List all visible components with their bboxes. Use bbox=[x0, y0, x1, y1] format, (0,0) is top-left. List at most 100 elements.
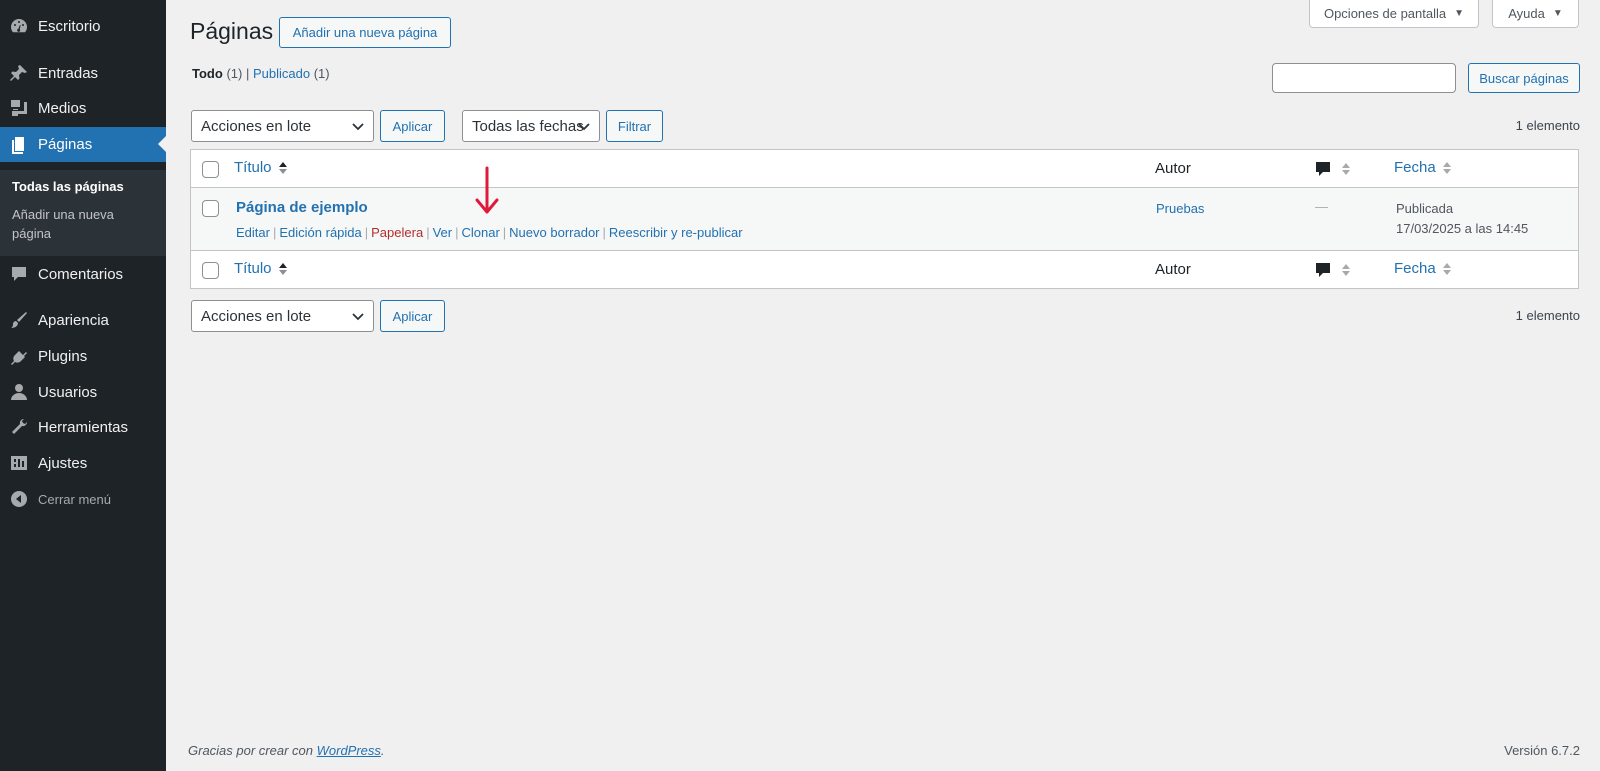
table-header-row: Título Autor Fecha bbox=[191, 150, 1578, 188]
sort-icon bbox=[1442, 263, 1451, 276]
chevron-down-icon bbox=[352, 123, 364, 131]
select-all-checkbox[interactable] bbox=[202, 161, 219, 178]
wrench-icon bbox=[9, 417, 29, 437]
pages-icon bbox=[9, 135, 29, 155]
chevron-down-icon bbox=[578, 123, 590, 131]
author-link[interactable]: Pruebas bbox=[1156, 201, 1204, 216]
column-comments-header[interactable] bbox=[1315, 160, 1351, 178]
collapse-icon bbox=[9, 489, 29, 509]
sort-icon bbox=[1442, 162, 1451, 175]
menu-item-label: Ajustes bbox=[38, 454, 88, 472]
menu-item-apariencia[interactable]: Apariencia bbox=[0, 303, 166, 337]
bulk-actions-value: Acciones en lote bbox=[201, 307, 312, 325]
wordpress-link[interactable]: WordPress bbox=[317, 743, 381, 758]
comments-count: — bbox=[1315, 199, 1328, 214]
items-count-top: 1 elemento bbox=[1515, 118, 1580, 133]
quick-edit-link[interactable]: Edición rápida bbox=[279, 225, 361, 240]
screen-options-button[interactable]: Opciones de pantalla ▼ bbox=[1309, 0, 1479, 28]
post-date: 17/03/2025 a las 14:45 bbox=[1396, 221, 1529, 236]
table-row: Página de ejemplo Editar | Edición rápida |… bbox=[191, 188, 1578, 251]
edit-link[interactable]: Editar bbox=[236, 225, 270, 240]
menu-item-label: Entradas bbox=[38, 64, 99, 82]
dashboard-icon bbox=[9, 16, 29, 36]
settings-icon bbox=[9, 453, 29, 473]
pages-submenu: Todas las páginas Añadir una nueva págin… bbox=[0, 170, 166, 256]
column-date-header[interactable]: Fecha bbox=[1394, 159, 1452, 176]
menu-item-usuarios[interactable]: Usuarios bbox=[0, 375, 166, 409]
pages-table: Título Autor Fecha Página de ejemplo Edi… bbox=[190, 149, 1579, 289]
page-title: Páginas bbox=[190, 18, 274, 44]
menu-item-herramientas[interactable]: Herramientas bbox=[0, 410, 166, 444]
add-new-page-button[interactable]: Añadir una nueva página bbox=[279, 17, 451, 48]
comments-icon bbox=[9, 264, 29, 284]
sort-icon bbox=[1341, 163, 1350, 175]
post-status: Publicada bbox=[1396, 201, 1454, 216]
menu-item-label: Plugins bbox=[38, 347, 88, 365]
menu-item-paginas[interactable]: Páginas bbox=[0, 127, 166, 162]
trash-link[interactable]: Papelera bbox=[371, 225, 423, 240]
screen-options-label: Opciones de pantalla bbox=[1323, 6, 1447, 21]
footer-thanks: Gracias por crear con WordPress. bbox=[188, 743, 385, 758]
menu-item-escritorio[interactable]: Escritorio bbox=[0, 9, 166, 43]
column-title-header[interactable]: Título bbox=[234, 159, 288, 176]
apply-button-top[interactable]: Aplicar bbox=[380, 110, 445, 142]
submenu-add-new-page[interactable]: Añadir una nueva página bbox=[12, 205, 152, 243]
sort-icon bbox=[278, 263, 287, 276]
column-title-footer[interactable]: Título bbox=[234, 260, 288, 277]
menu-item-ajustes[interactable]: Ajustes bbox=[0, 446, 166, 480]
caret-down-icon: ▼ bbox=[1454, 8, 1465, 19]
filter-all-link[interactable]: Todo (1) bbox=[192, 66, 242, 81]
collapse-menu-label: Cerrar menú bbox=[38, 491, 111, 507]
menu-item-label: Escritorio bbox=[38, 17, 101, 35]
annotation-arrow-icon bbox=[475, 166, 499, 214]
bulk-actions-select-bottom[interactable]: Acciones en lote bbox=[191, 300, 374, 332]
collapse-menu-button[interactable]: Cerrar menú bbox=[0, 482, 166, 516]
caret-down-icon: ▼ bbox=[1552, 8, 1563, 19]
sort-icon bbox=[1341, 264, 1350, 276]
search-pages-button[interactable]: Buscar páginas bbox=[1468, 63, 1580, 93]
select-all-checkbox-bottom[interactable] bbox=[202, 262, 219, 279]
column-author-footer: Autor bbox=[1155, 261, 1191, 278]
status-filters: Todo (1) | Publicado (1) bbox=[192, 66, 330, 81]
user-icon bbox=[9, 382, 29, 402]
bulk-actions-select-top[interactable]: Acciones en lote bbox=[191, 110, 374, 142]
column-author-header: Autor bbox=[1155, 160, 1191, 177]
help-label: Ayuda bbox=[1508, 6, 1545, 21]
brush-icon bbox=[9, 310, 29, 330]
pin-icon bbox=[9, 63, 29, 83]
filter-published-link[interactable]: Publicado (1) bbox=[253, 66, 330, 81]
sort-icon bbox=[278, 162, 287, 175]
filter-button[interactable]: Filtrar bbox=[606, 110, 663, 142]
page-title-link[interactable]: Página de ejemplo bbox=[236, 199, 368, 216]
search-input[interactable] bbox=[1272, 63, 1456, 93]
view-link[interactable]: Ver bbox=[433, 225, 453, 240]
comment-bubble-icon bbox=[1316, 162, 1330, 176]
apply-button-bottom[interactable]: Aplicar bbox=[380, 300, 445, 332]
media-icon bbox=[9, 98, 29, 118]
bulk-actions-value: Acciones en lote bbox=[201, 117, 312, 135]
menu-item-label: Usuarios bbox=[38, 383, 98, 401]
comment-bubble-icon bbox=[1316, 263, 1330, 277]
help-button[interactable]: Ayuda ▼ bbox=[1492, 0, 1579, 28]
menu-item-label: Páginas bbox=[38, 136, 93, 153]
dates-value: Todas las fechas bbox=[472, 117, 584, 135]
menu-item-plugins[interactable]: Plugins bbox=[0, 339, 166, 373]
submenu-all-pages[interactable]: Todas las páginas bbox=[12, 177, 152, 196]
clone-link[interactable]: Clonar bbox=[461, 225, 499, 240]
row-actions: Editar | Edición rápida | Papelera | Ver | Clona… bbox=[236, 225, 743, 240]
new-draft-link[interactable]: Nuevo borrador bbox=[509, 225, 599, 240]
menu-item-label: Comentarios bbox=[38, 265, 124, 283]
column-date-footer[interactable]: Fecha bbox=[1394, 260, 1452, 277]
row-checkbox[interactable] bbox=[202, 200, 219, 217]
menu-item-entradas[interactable]: Entradas bbox=[0, 56, 166, 90]
rewrite-republish-link[interactable]: Reescribir y re-publicar bbox=[609, 225, 743, 240]
dates-select[interactable]: Todas las fechas bbox=[462, 110, 600, 142]
menu-item-medios[interactable]: Medios bbox=[0, 91, 166, 125]
menu-item-label: Medios bbox=[38, 99, 87, 117]
menu-item-comentarios[interactable]: Comentarios bbox=[0, 257, 166, 291]
table-footer-row: Título Autor Fecha bbox=[191, 251, 1578, 289]
chevron-down-icon bbox=[352, 313, 364, 321]
admin-sidebar: Escritorio Entradas Medios Páginas Todas… bbox=[0, 0, 166, 771]
column-comments-footer[interactable] bbox=[1315, 261, 1351, 279]
menu-item-label: Apariencia bbox=[38, 311, 109, 329]
